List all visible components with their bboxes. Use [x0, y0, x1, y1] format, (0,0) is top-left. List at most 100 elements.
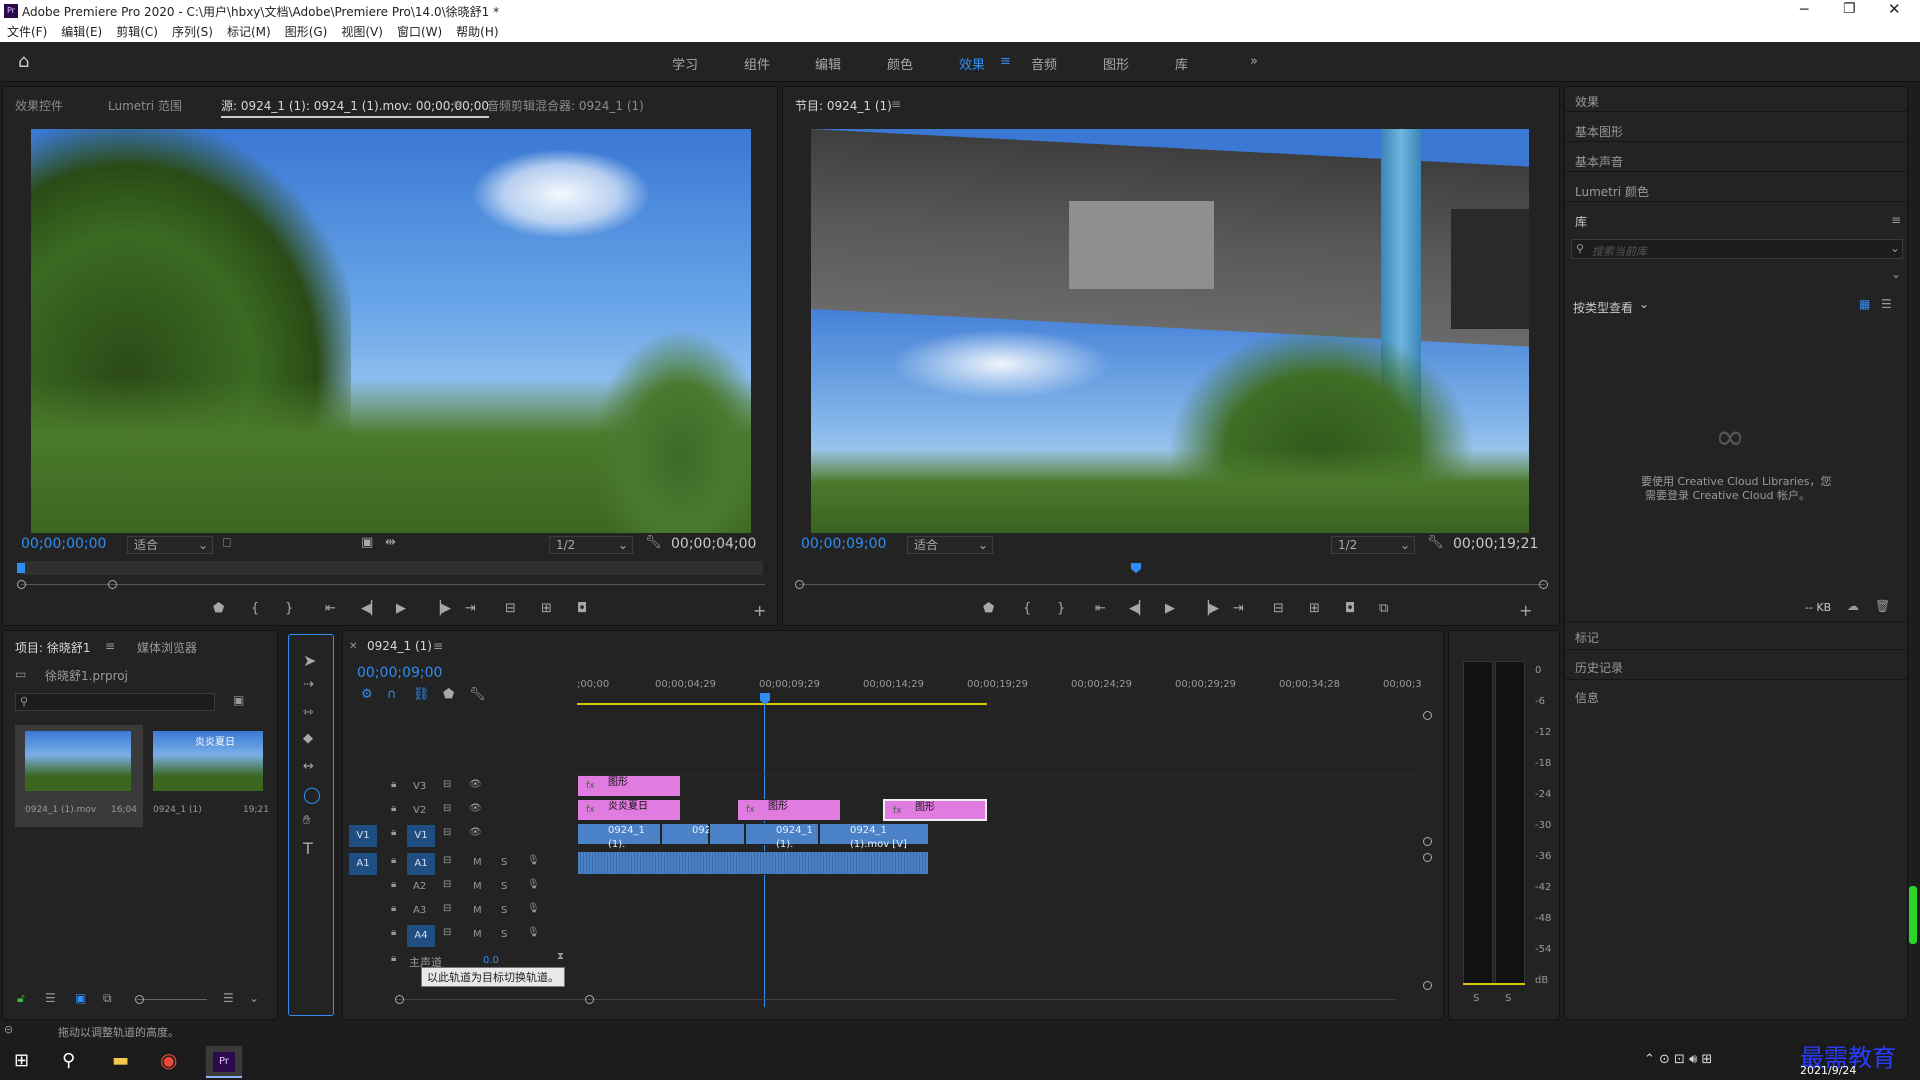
- grid-view-icon[interactable]: ▦: [1859, 297, 1870, 311]
- source-fit-select[interactable]: 适合 ⌄: [127, 536, 213, 554]
- lumetri-color-item[interactable]: Lumetri 颜色: [1575, 183, 1649, 200]
- workspace-editing[interactable]: 编辑: [815, 54, 841, 73]
- close-sequence-icon[interactable]: ✕: [349, 641, 357, 652]
- minimize-button[interactable]: ─: [1800, 2, 1808, 18]
- workspace-learn[interactable]: 学习: [672, 54, 698, 73]
- add-marker-icon[interactable]: ⬟: [443, 687, 454, 702]
- program-zoom-handle-right[interactable]: [1539, 580, 1548, 589]
- clip-video[interactable]: 0924_1 (1).: [745, 823, 819, 850]
- track-target-a1[interactable]: A1: [407, 853, 435, 875]
- program-menu-icon[interactable]: ≡: [891, 97, 901, 111]
- sort-icon[interactable]: ☰: [223, 991, 234, 1005]
- lock-icon[interactable]: 🔒︎: [391, 855, 396, 866]
- close-window-button[interactable]: ✕: [1888, 0, 1901, 18]
- workspace-effects[interactable]: 效果: [959, 54, 985, 73]
- timeline-scrollbar-handle[interactable]: [1423, 711, 1432, 720]
- clip-video[interactable]: [709, 823, 745, 845]
- mute-button[interactable]: M: [473, 929, 482, 940]
- mute-button[interactable]: M: [473, 905, 482, 916]
- track-select-tool-icon[interactable]: ⇢: [303, 677, 314, 692]
- sync-lock-icon[interactable]: ⊟: [443, 903, 451, 914]
- source-resolution-select[interactable]: 1/2 ⌄: [549, 536, 633, 554]
- project-search-input[interactable]: ⚲: [15, 693, 215, 711]
- go-to-in-icon[interactable]: ⇤: [1095, 601, 1106, 616]
- history-panel-item[interactable]: 历史记录: [1575, 659, 1623, 676]
- lock-icon[interactable]: 🔓︎: [17, 991, 25, 1006]
- track-label-v3[interactable]: V3: [413, 781, 426, 792]
- list-view-icon[interactable]: ☰: [1881, 297, 1892, 311]
- list-view-icon[interactable]: ☰: [45, 991, 56, 1005]
- go-to-out-icon[interactable]: ⇥: [1233, 601, 1244, 616]
- lock-icon[interactable]: 🔒︎: [391, 903, 396, 914]
- wrench-icon[interactable]: 🔧︎: [1427, 535, 1444, 550]
- tab-source[interactable]: 源: 0924_1 (1): 0924_1 (1).mov: 00;00;00;…: [221, 97, 490, 118]
- menu-view[interactable]: 视图(V): [341, 25, 383, 39]
- menu-clip[interactable]: 剪辑(C): [116, 25, 158, 39]
- trash-icon[interactable]: 🗑︎: [1875, 599, 1890, 613]
- mic-icon[interactable]: 🎙︎: [527, 903, 540, 914]
- program-resolution-select[interactable]: 1/2 ⌄: [1331, 536, 1415, 554]
- clip-audio[interactable]: [577, 851, 929, 875]
- source-playhead[interactable]: [17, 563, 25, 573]
- premiere-taskbar-icon[interactable]: Pr: [206, 1046, 242, 1078]
- drag-video-icon[interactable]: ⇹: [385, 535, 396, 550]
- solo-right-button[interactable]: S: [1505, 993, 1511, 1004]
- zoom-slider[interactable]: [137, 999, 207, 1000]
- ripple-edit-tool-icon[interactable]: ⇿: [303, 705, 314, 720]
- workspace-assembly[interactable]: 组件: [744, 54, 770, 73]
- program-timecode[interactable]: 00;00;09;00: [801, 536, 886, 552]
- step-forward-icon[interactable]: ▕▶: [431, 601, 451, 616]
- step-back-icon[interactable]: ◀▏: [1129, 601, 1149, 616]
- extract-icon[interactable]: ⊞: [1309, 601, 1320, 616]
- insert-clip-icon[interactable]: ⊟: [505, 601, 516, 616]
- menu-help[interactable]: 帮助(H): [456, 25, 498, 39]
- mark-out-icon[interactable]: }: [285, 601, 293, 616]
- track-target-v1[interactable]: V1: [407, 825, 435, 847]
- play-icon[interactable]: ▶: [1165, 601, 1175, 616]
- tab-program[interactable]: 节目: 0924_1 (1): [795, 97, 892, 114]
- snap-icon[interactable]: ∩: [387, 687, 397, 702]
- sequence-menu-icon[interactable]: ≡: [433, 639, 443, 653]
- menu-file[interactable]: 文件(F): [7, 25, 47, 39]
- go-to-end-icon[interactable]: ⧗: [557, 951, 564, 962]
- clip-graphic[interactable]: fx 图形: [737, 799, 841, 821]
- workspace-menu-icon[interactable]: ≡: [1000, 54, 1011, 69]
- icon-view-icon[interactable]: ▣: [75, 991, 86, 1005]
- sync-lock-icon[interactable]: ⊟: [443, 855, 451, 866]
- source-patch-v1[interactable]: V1: [349, 825, 377, 847]
- timeline-hscroll-handle[interactable]: [395, 995, 404, 1004]
- sync-lock-icon[interactable]: ⊟: [443, 927, 451, 938]
- timeline-settings-icon[interactable]: 🔧︎: [469, 687, 486, 702]
- go-to-out-icon[interactable]: ⇥: [465, 601, 476, 616]
- clip-video[interactable]: 0924_1 (1).mov [V]: [819, 823, 929, 850]
- lock-icon[interactable]: 🔒︎: [391, 879, 396, 890]
- workspace-audio[interactable]: 音频: [1031, 54, 1057, 73]
- timeline-hscroll-handle[interactable]: [585, 995, 594, 1004]
- restore-button[interactable]: ❐: [1843, 1, 1856, 17]
- library-dropdown-icon[interactable]: ⌄: [1891, 267, 1901, 281]
- timeline-scrollbar-handle[interactable]: [1423, 837, 1432, 846]
- more-workspaces-icon[interactable]: »: [1250, 54, 1258, 69]
- menu-window[interactable]: 窗口(W): [397, 25, 442, 39]
- add-marker-icon[interactable]: ⬟: [983, 601, 994, 616]
- mark-in-icon[interactable]: {: [251, 601, 259, 616]
- new-bin-icon[interactable]: ▣: [233, 693, 244, 707]
- home-icon[interactable]: ⌂: [18, 51, 29, 72]
- library-search-input[interactable]: ⚲ 搜索当前库 ⌄: [1571, 239, 1903, 259]
- project-item[interactable]: 炎炎夏日 0924_1 (1) 19;21: [147, 725, 275, 827]
- ellipse-tool-icon[interactable]: ◯: [303, 785, 321, 804]
- mute-button[interactable]: M: [473, 881, 482, 892]
- source-patch-a1[interactable]: A1: [349, 853, 377, 875]
- mute-button[interactable]: M: [473, 857, 482, 868]
- program-playhead[interactable]: [1131, 563, 1141, 573]
- add-button-icon[interactable]: +: [1519, 601, 1532, 620]
- clip-video[interactable]: 0924: [661, 823, 717, 845]
- menu-graphics[interactable]: 图形(G): [285, 25, 328, 39]
- add-button-icon[interactable]: +: [753, 601, 766, 620]
- workspace-graphics[interactable]: 图形: [1103, 54, 1129, 73]
- essential-graphics-item[interactable]: 基本图形: [1575, 123, 1623, 140]
- chrome-icon[interactable]: ◉: [160, 1048, 177, 1072]
- nest-icon[interactable]: ⚙︎: [361, 687, 373, 702]
- tab-sequence[interactable]: 0924_1 (1): [367, 639, 432, 653]
- timeline-timecode[interactable]: 00;00;09;00: [357, 665, 442, 681]
